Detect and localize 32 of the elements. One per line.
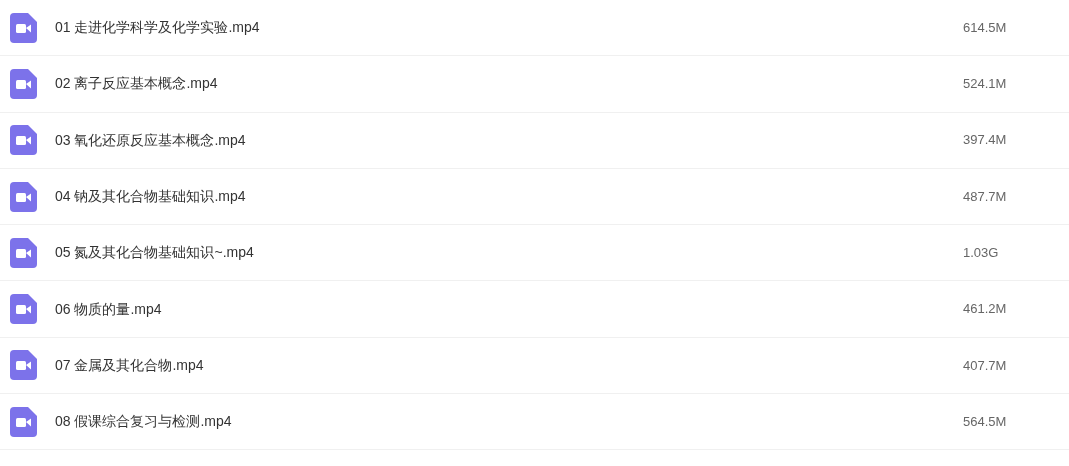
file-name: 03 氧化还原反应基本概念.mp4 — [55, 130, 246, 150]
file-row[interactable]: 08 假课综合复习与检测.mp4 564.5M — [0, 394, 1069, 451]
file-row[interactable]: 07 金属及其化合物.mp4 407.7M — [0, 337, 1069, 395]
file-size: 487.7M — [963, 187, 1008, 206]
file-size: 524.1M — [963, 75, 1008, 94]
file-name: 04 钠及其化合物基础知识.mp4 — [55, 187, 246, 207]
file-row[interactable]: 01 走进化学科学及化学实验.mp4 614.5M — [0, 0, 1069, 57]
video-file-icon — [10, 294, 37, 325]
file-size: 461.2M — [963, 300, 1008, 319]
file-size: 407.7M — [963, 356, 1008, 375]
video-file-icon — [10, 237, 37, 268]
file-row[interactable]: 02 离子反应基本概念.mp4 524.1M — [0, 56, 1069, 113]
video-file-icon — [10, 181, 37, 212]
file-name: 08 假课综合复习与检测.mp4 — [55, 412, 232, 432]
file-name: 07 金属及其化合物.mp4 — [55, 355, 204, 375]
video-file-icon — [10, 125, 37, 156]
file-name: 02 离子反应基本概念.mp4 — [55, 74, 218, 94]
file-size: 614.5M — [963, 18, 1008, 37]
file-row[interactable]: 03 氧化还原反应基本概念.mp4 397.4M — [0, 112, 1069, 169]
video-file-icon — [10, 12, 37, 43]
video-file-icon — [10, 68, 37, 99]
file-name: 06 物质的量.mp4 — [55, 299, 162, 319]
file-name: 01 走进化学科学及化学实验.mp4 — [55, 18, 260, 38]
file-size: 1.03G — [963, 244, 1000, 263]
file-row[interactable]: 05 氮及其化合物基础知识~.mp4 1.03G — [0, 225, 1069, 282]
file-size: 564.5M — [963, 412, 1008, 431]
file-name: 05 氮及其化合物基础知识~.mp4 — [55, 243, 254, 263]
file-size: 397.4M — [963, 131, 1008, 150]
video-file-icon — [10, 406, 37, 437]
file-row[interactable]: 06 物质的量.mp4 461.2M — [0, 281, 1069, 338]
video-file-icon — [10, 350, 37, 381]
file-row[interactable]: 04 钠及其化合物基础知识.mp4 487.7M — [0, 168, 1069, 226]
